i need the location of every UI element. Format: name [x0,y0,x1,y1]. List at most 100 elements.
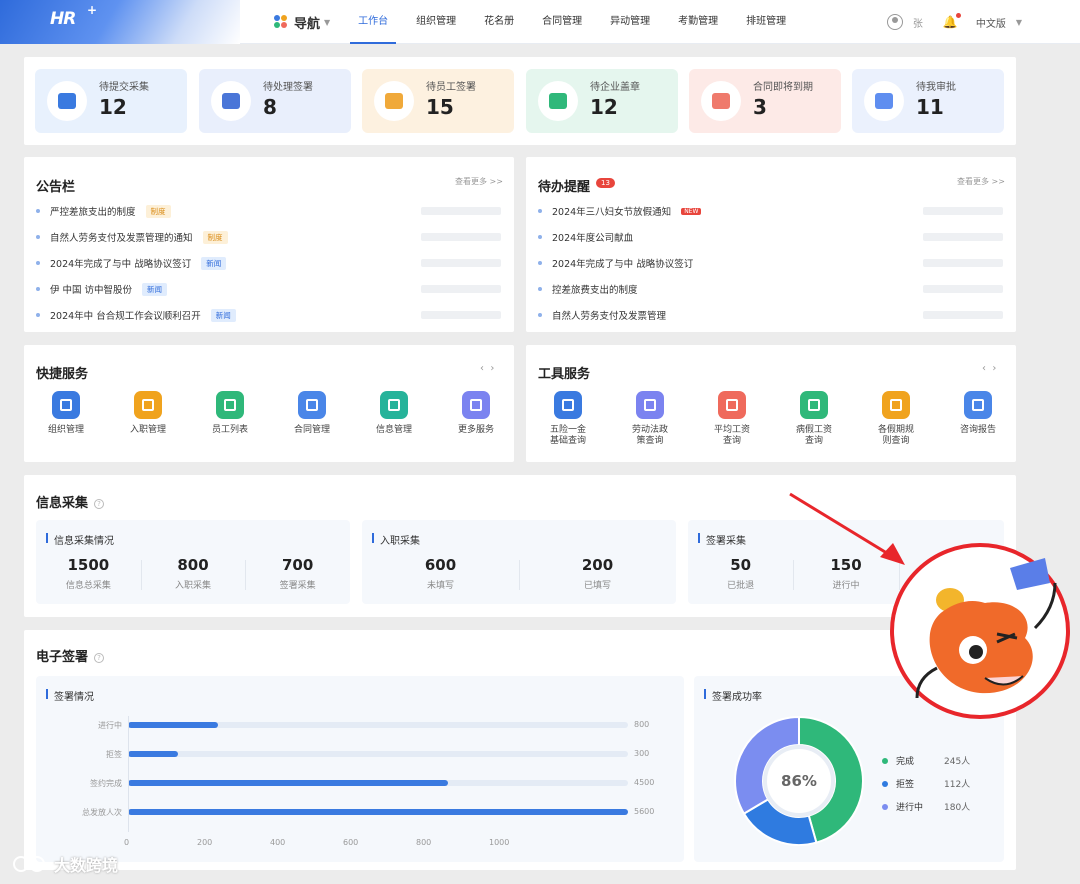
service-item[interactable]: 信息管理 [364,391,424,436]
todo-more-link[interactable]: 查看更多 >> [957,176,1005,187]
stat-value: 8 [263,95,277,119]
bell-icon[interactable]: 🔔 [943,13,961,29]
service-item[interactable]: 入职管理 [118,391,178,436]
tab-contract[interactable]: 合同管理 [528,0,596,44]
info-stat[interactable]: 1500 信息总采集 [36,556,141,591]
service-item[interactable]: 各假期规 则查询 [866,391,926,447]
service-item[interactable]: 五险一金 基础查询 [538,391,598,447]
service-item[interactable]: 劳动法政 策查询 [620,391,680,447]
list-item[interactable]: 2024年完成了与中 战略协议签订 新闻 [36,250,501,276]
service-item[interactable]: 合同管理 [282,391,342,436]
stat-card[interactable]: 待提交采集 12 [35,69,187,133]
service-label: 入职管理 [129,425,166,435]
info-panel: 入职采集 600 未填写 200 已填写 [362,520,676,604]
nav-label[interactable]: 导航 [294,13,320,32]
service-icon [800,391,828,419]
stat-card[interactable]: 待员工签署 15 [362,69,514,133]
service-icon [718,391,746,419]
legend-item[interactable]: 拒签 112人 [882,777,970,790]
stat-value: 15 [426,95,454,119]
list-item[interactable]: 伊 中国 访中智股份 新闻 [36,276,501,302]
info-stat[interactable]: 150 进行中 [793,556,898,591]
info-panel: 信息采集情况 1500 信息总采集 800 入职采集 700 签署采集 [36,520,350,604]
bar-row: 签约完成 4500 [90,778,668,788]
quick-title: 快捷服务 [36,367,89,382]
language-chevron-icon[interactable]: ▼ [1016,18,1022,27]
info-stat-value: 800 [177,556,209,574]
service-icon [462,391,490,419]
legend-value: 245人 [944,757,971,767]
info-stat-value: 50 [730,556,752,574]
x-tick-label: 800 [416,838,432,847]
divider [793,560,795,590]
avatar[interactable] [886,14,903,30]
bar-track [128,722,628,728]
user-name[interactable]: 张 [913,15,923,30]
info-stat[interactable]: 200 已填写 [519,556,676,591]
bar[interactable] [128,780,448,786]
info-stat-label: 未填写 [426,581,454,591]
service-item[interactable]: 组织管理 [36,391,96,436]
info-panel-title: 入职采集 [372,532,420,547]
info-stat[interactable]: 700 签署采集 [245,556,350,591]
legend-item[interactable]: 进行中 180人 [882,800,970,813]
list-item[interactable]: 控差旅费支出的制度 [538,276,1003,302]
language-select[interactable]: 中文版 [976,15,1006,30]
info-stat[interactable]: 50 已批退 [688,556,793,591]
info-stat-label: 进行中 [832,581,860,591]
tab-org[interactable]: 组织管理 [402,0,470,44]
bar-value-label: 4500 [634,778,655,787]
tab-workbench[interactable]: 工作台 [344,0,402,44]
service-label: 劳动法政 策查询 [631,425,668,446]
tab-change[interactable]: 异动管理 [596,0,664,44]
list-item[interactable]: 严控差旅支出的制度 制度 [36,198,501,224]
list-item-text: 2024年度公司献血 [552,233,634,244]
quick-card [24,345,514,462]
info-stat[interactable]: 800 入职采集 [141,556,246,591]
stat-card[interactable]: 待我审批 11 [852,69,1004,133]
stat-card[interactable]: 合同即将到期 3 [689,69,841,133]
list-item[interactable]: 自然人劳务支付及发票管理的通知 制度 [36,224,501,250]
watermark-logo-icon [12,855,48,873]
info-panel-title: 签署采集 [698,532,746,547]
list-item[interactable]: 2024年三八妇女节放假通知 NEW [538,198,1003,224]
service-label: 合同管理 [293,425,330,435]
tab-schedule[interactable]: 排班管理 [732,0,800,44]
nav-grid-icon[interactable] [274,15,288,29]
bar[interactable] [128,751,178,757]
tab-roster[interactable]: 花名册 [470,0,528,44]
stat-card[interactable]: 待企业盖章 12 [526,69,678,133]
list-item-text: 自然人劳务支付及发票管理的通知 [50,233,193,244]
tab-attendance[interactable]: 考勤管理 [664,0,732,44]
service-item[interactable]: 更多服务 [446,391,506,436]
stat-icon-shape [549,93,567,109]
list-item-tag: 新闻 [201,256,227,270]
list-item[interactable]: 自然人劳务支付及发票管理 [538,302,1003,328]
list-item-text: 控差旅费支出的制度 [552,285,638,296]
main-tabs: 工作台 组织管理 花名册 合同管理 异动管理 考勤管理 排班管理 [344,0,800,44]
quick-arrows[interactable]: ‹ › [480,363,494,374]
help-icon[interactable]: ? [94,499,105,509]
list-item[interactable]: 2024年度公司献血 [538,224,1003,250]
notice-more-link[interactable]: 查看更多 >> [455,176,503,187]
info-stat[interactable]: 600 未填写 [362,556,519,591]
service-item[interactable]: 平均工资 查询 [702,391,762,447]
service-item[interactable]: 员工列表 [200,391,260,436]
list-item[interactable]: 2024年中 台合规工作会议顺利召开 新闻 [36,302,501,328]
service-icon [554,391,582,419]
bar-row: 总发放人次 5600 [82,807,668,817]
stat-card[interactable]: 待处理签署 8 [199,69,351,133]
legend-item[interactable]: 完成 245人 [882,754,970,767]
service-item[interactable]: 病假工资 查询 [784,391,844,447]
help-icon[interactable]: ? [94,653,105,663]
logo[interactable]: HR [50,3,96,33]
tools-arrows[interactable]: ‹ › [982,363,996,374]
list-item[interactable]: 2024年完成了与中 战略协议签订 [538,250,1003,276]
info-title: 信息采集? [36,492,105,511]
bar[interactable] [128,809,628,815]
bar[interactable] [128,722,218,728]
chevron-down-icon[interactable]: ▼ [324,18,330,27]
info-stat-label: 入职采集 [174,581,211,591]
service-item[interactable]: 咨询报告 [948,391,1008,436]
legend-swatch [882,780,888,787]
